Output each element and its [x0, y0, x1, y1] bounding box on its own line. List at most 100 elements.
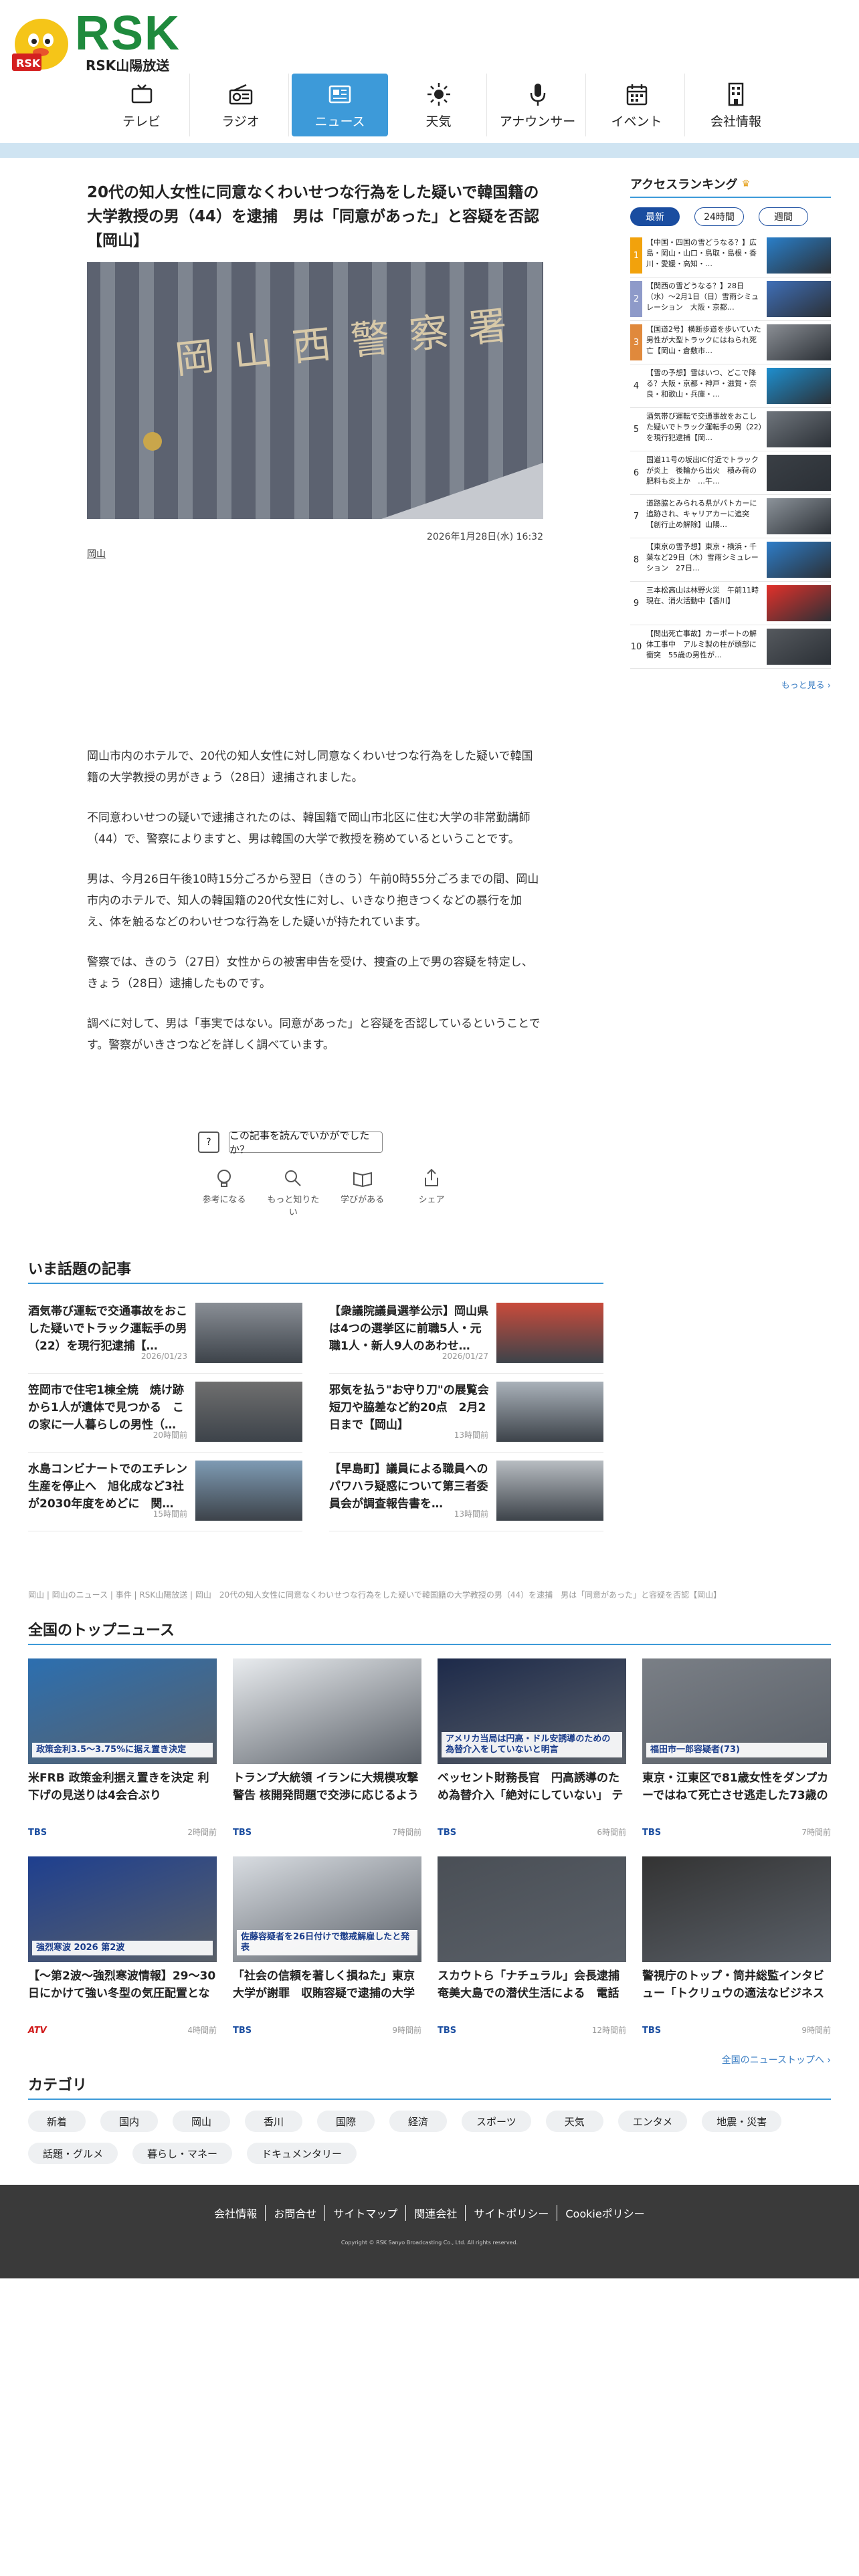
news-source-logo: TBS: [642, 2026, 662, 2036]
copyright: Copyright © RSK Sanyo Broadcasting Co., …: [341, 2240, 518, 2246]
trending-thumbnail: [496, 1382, 603, 1442]
category-chip[interactable]: 話題・グルメ: [28, 2143, 118, 2164]
site-logo[interactable]: RSK RSK RSK山陽放送: [7, 7, 187, 74]
category-chip[interactable]: 国内: [100, 2111, 158, 2132]
reaction-want-more[interactable]: もっと知りたい: [263, 1167, 323, 1218]
reaction-share[interactable]: シェア: [401, 1167, 462, 1218]
article-paragraph: 岡山市内のホテルで、20代の知人女性に対し同意なくわいせつな行為をした疑いで韓国…: [87, 750, 533, 784]
trending-item[interactable]: 酒気帯び運転で交通事故をおこした疑いでトラック運転手の男（22）を現行犯逮捕【……: [28, 1295, 302, 1374]
ranking-thumbnail: [767, 542, 831, 578]
trending-item[interactable]: 笠岡市で住宅1棟全焼 焼け跡から1人が遺体で見つかる この家に一人暮らしの男性（…: [28, 1374, 302, 1453]
national-news-item[interactable]: 福田市一郎容疑者(73) 東京・江東区で81歳女性をダンプカーではねて死亡させ逃走…: [642, 1658, 831, 1843]
crown-icon: ♛: [741, 179, 751, 189]
category-chip[interactable]: 地震・災害: [702, 2111, 782, 2132]
national-news-item[interactable]: 政策金利3.5～3.75%に据え置き決定米FRB 政策金利据え置きを決定 利下げ…: [28, 1658, 217, 1843]
reaction-helpful[interactable]: 参考になる: [194, 1167, 254, 1218]
national-news-item[interactable]: アメリカ当局は円高・ドル安誘導のための為替介入をしていないと明言 ベッセント財務長…: [438, 1658, 626, 1843]
nav-item[interactable]: イベント: [589, 74, 685, 136]
nav-item[interactable]: ニュース: [292, 74, 388, 136]
footer-link[interactable]: Cookieポリシー: [557, 2205, 652, 2221]
nav-item[interactable]: ラジオ: [193, 74, 289, 136]
article-date: 2026年1月28日(水) 16:32: [426, 532, 543, 542]
nav-item[interactable]: アナウンサー: [490, 74, 586, 136]
national-news-item[interactable]: 警視庁のトップ・筒井総監インタビュー「トクリュウの適法なビジネスモデルの解体に力…: [642, 1856, 831, 2041]
national-news-thumbnail: 強烈寒波 2026 第2波: [28, 1856, 217, 1962]
national-news-item[interactable]: 強烈寒波 2026 第2波 【〜第2波〜強烈寒波情報】29～30日にかけて強い冬型…: [28, 1856, 217, 2041]
category-chip[interactable]: 新着: [28, 2111, 86, 2132]
category-chip[interactable]: 岡山: [173, 2111, 230, 2132]
trending-item[interactable]: 邪気を払う"お守り刀"の展覧会 短刀や脇差など約20点 2月2日まで【岡山】 13…: [329, 1374, 603, 1453]
ranking-item[interactable]: 8 【東京の雪予想】東京・横浜・千葉など29日（木）雪雨シミュレーション 27日…: [630, 538, 831, 582]
trending-item[interactable]: 【早島町】議員による職員へのパワハラ疑惑について第三者委員会が調査報告書を… 13…: [329, 1453, 603, 1531]
trending-item[interactable]: 【衆議院議員選挙公示】岡山県は4つの選挙区に前職5人・元職1人・新人9人のあわせ…: [329, 1295, 603, 1374]
footer-link[interactable]: 会社情報: [206, 2205, 266, 2221]
national-news-section: 全国のトップニュース 政策金利3.5～3.75%に据え置き決定米FRB 政策金利…: [28, 1618, 831, 2041]
national-news-thumbnail: [233, 1658, 421, 1764]
ranking-tab[interactable]: 24時間: [694, 207, 744, 226]
category-chip[interactable]: 国際: [317, 2111, 375, 2132]
article-tag[interactable]: 岡山: [87, 547, 543, 560]
ranking-title-text: アクセスランキング: [630, 178, 738, 192]
news-source-logo: TBS: [438, 1828, 457, 1838]
category-chip[interactable]: 天気: [545, 2111, 603, 2132]
nav-label: イベント: [611, 114, 662, 129]
ranking-headline: 【問出死亡事故】カーポートの解体工事中 アルミ製の柱が頭部に衝突 55歳の男性が…: [646, 629, 757, 659]
footer: 会社情報 お問合せ サイトマップ 関連会社 サイトポリシー Cookieポリシー Copy…: [0, 2185, 859, 2278]
national-news-item[interactable]: 佐藤容疑者を26日付けで懲戒解雇したと発表 「社会の信頼を著しく損ねた」東京大学が…: [233, 1856, 421, 2041]
national-news-thumbnail: 福田市一郎容疑者(73): [642, 1658, 831, 1764]
category-chip[interactable]: 香川: [245, 2111, 302, 2132]
ranking-thumbnail: [767, 237, 831, 274]
breadcrumb[interactable]: 岡山 | 岡山のニュース | 事件 | RSK山陽放送 | 岡山 20代の知人女…: [28, 1589, 831, 1600]
ranking-more-link[interactable]: もっと見る ›: [630, 678, 831, 691]
reaction-learn[interactable]: 学びがある: [332, 1167, 393, 1218]
ranking-tab[interactable]: 週間: [759, 207, 808, 226]
rank-number: 5: [633, 424, 640, 435]
article-title: 20代の知人女性に同意なくわいせつな行為をした疑いで韓国籍の大学教授の男（44）…: [87, 184, 540, 249]
feedback-icon: ?: [198, 1132, 219, 1153]
nav-item[interactable]: テレビ: [94, 74, 190, 136]
ranking-thumbnail: [767, 281, 831, 317]
share-icon: [424, 1168, 438, 1186]
ranking-item[interactable]: 6 国道11号の坂出IC付近でトラックが炎上 後輪から出火 積み荷の肥料も炎上か …: [630, 451, 831, 495]
news-icon: [328, 85, 351, 103]
ranking-item[interactable]: 2 【関西の雪どうなる？】28日（水）〜2月1日（日）雪雨シミュレーション 大阪・…: [630, 278, 831, 321]
footer-link[interactable]: お問合せ: [266, 2205, 326, 2221]
article: 20代の知人女性に同意なくわいせつな行為をした疑いで韓国籍の大学教授の男（44）…: [87, 181, 543, 560]
article-paragraph: 調べに対して、男は「事実ではない。同意があった」と容疑を否認しているということで…: [87, 1017, 541, 1052]
thumbnail-caption: 政策金利3.5～3.75%に据え置き決定: [32, 1743, 213, 1757]
ranking-item[interactable]: 10 【問出死亡事故】カーポートの解体工事中 アルミ製の柱が頭部に衝突 55歳の男…: [630, 625, 831, 669]
ranking-item[interactable]: 4 【雪の予想】雪はいつ、どこで降る？大阪・京都・神戸・滋賀・奈良・和歌山・兵庫・…: [630, 364, 831, 408]
ranking-item[interactable]: 1 【中国・四国の雪どうなる？】広島・岡山・山口・鳥取・島根・香川・愛媛・高知・…: [630, 234, 831, 278]
book-icon: [353, 1172, 372, 1188]
category-chip[interactable]: 経済: [389, 2111, 447, 2132]
nav-item[interactable]: 天気: [391, 74, 487, 136]
sun-icon: [427, 82, 450, 106]
feedback-button[interactable]: この記事を読んでいかがでしたか？: [229, 1130, 383, 1156]
trending-text: 【早島町】議員による職員へのパワハラ疑惑について第三者委員会が調査報告書を… 13…: [329, 1461, 496, 1523]
ranking-thumbnail: [767, 411, 831, 447]
ranking-item[interactable]: 3 【国道2号】横断歩道を歩いていた男性が大型トラックにはねられ死亡【岡山・倉敷市…: [630, 321, 831, 364]
footer-link[interactable]: サイトポリシー: [466, 2205, 558, 2221]
category-chip[interactable]: 暮らし・マネー: [132, 2143, 233, 2164]
trending-text: 酒気帯び運転で交通事故をおこした疑いでトラック運転手の男（22）を現行犯逮捕【……: [28, 1303, 195, 1365]
ranking-tab[interactable]: 最新: [630, 207, 680, 226]
ranking-item[interactable]: 7 道路脇とみられる県がパトカーに追跡され、キャリアカーに追突【創行止め解除】山陽…: [630, 495, 831, 538]
footer-link[interactable]: 関連会社: [406, 2205, 466, 2221]
nav-label: テレビ: [122, 114, 161, 129]
national-news-title: 全国のトップニュース: [28, 1618, 831, 1645]
national-news-item[interactable]: トランプ大統領 イランに大規模攻撃警告 核開発問題で交渉に応じるよう圧力 「対話…: [233, 1658, 421, 1843]
footer-link[interactable]: サイトマップ: [325, 2205, 407, 2221]
national-news-item[interactable]: スカウトら「ナチュラル」会長逮捕 奄美大島での潜伏生活による 電話で指示するよう…: [438, 1856, 626, 2041]
site-header: RSK RSK RSK山陽放送 テレビ ラジオ ニュース 天気 アナウンサー イベント 会社…: [0, 0, 859, 158]
category-chip[interactable]: エンタメ: [617, 2111, 688, 2132]
ranking-headline: 【中国・四国の雪どうなる？】広島・岡山・山口・鳥取・島根・香川・愛媛・高知・…: [646, 238, 757, 268]
national-more-link[interactable]: 全国のニューストップへ ›: [722, 2053, 831, 2066]
national-news-headline: 米FRB 政策金利据え置きを決定 利下げの見送りは4会合ぶり: [28, 1772, 209, 1802]
ranking-item[interactable]: 5 酒気帯び運転で交通事故をおこした疑いでトラック運転手の男（22）を現行犯逮捕【…: [630, 408, 831, 451]
category-chip[interactable]: スポーツ: [462, 2111, 531, 2132]
ranking-list: 1 【中国・四国の雪どうなる？】広島・岡山・山口・鳥取・島根・香川・愛媛・高知・……: [630, 234, 831, 669]
category-chip[interactable]: ドキュメンタリー: [247, 2143, 357, 2164]
ranking-item[interactable]: 9 三本松高山は林野火災 午前11時現在、消火活動中【香川】: [630, 582, 831, 625]
trending-item[interactable]: 水島コンビナートでのエチレン生産を停止へ 旭化成など3社が2030年度をめどに …: [28, 1453, 302, 1531]
nav-item[interactable]: 会社情報: [688, 74, 784, 136]
